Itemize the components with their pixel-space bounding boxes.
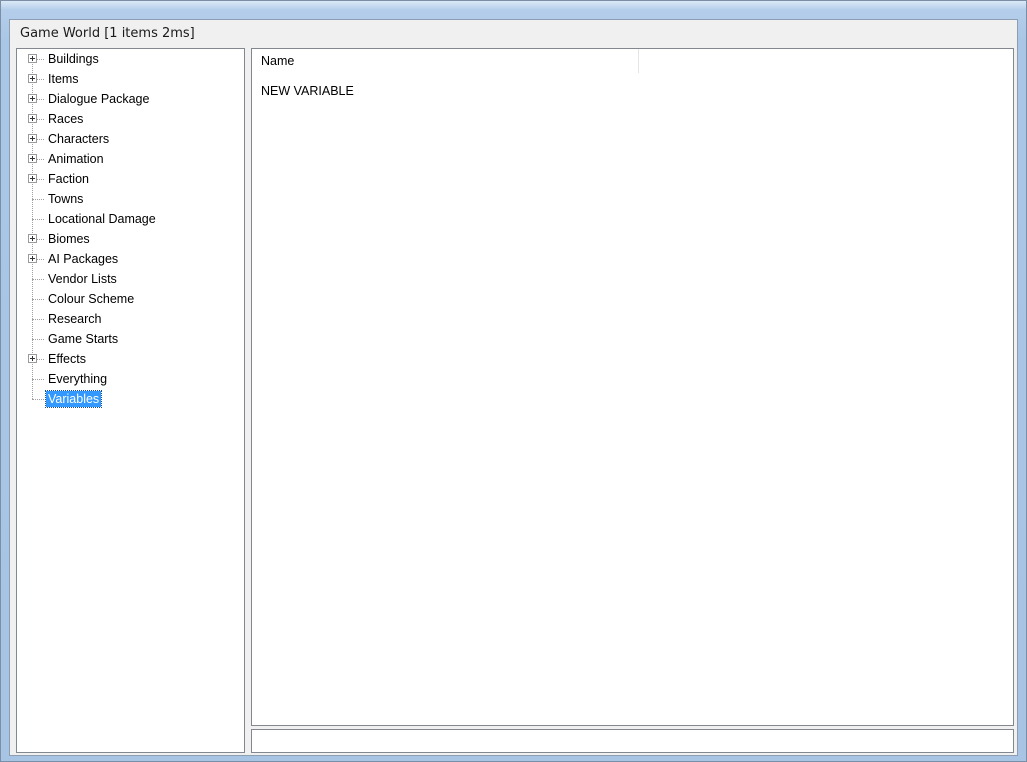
tree-item-label: Research <box>48 312 102 326</box>
variables-list[interactable]: Name NEW VARIABLE <box>251 48 1014 726</box>
tree-item-variables[interactable]: Variables <box>17 389 244 409</box>
tree-item-label: Animation <box>48 152 104 166</box>
tree-item-label: Faction <box>48 172 89 186</box>
expand-plus-icon[interactable] <box>28 174 37 183</box>
tree-item-colour-scheme[interactable]: Colour Scheme <box>17 289 244 309</box>
tree-connector-line <box>37 139 44 140</box>
list-item[interactable]: NEW VARIABLE <box>252 81 354 101</box>
tree-item-towns[interactable]: Towns <box>17 189 244 209</box>
tree-item-label: Vendor Lists <box>48 272 117 286</box>
expand-plus-icon[interactable] <box>28 134 37 143</box>
tree-item-animation[interactable]: Animation <box>17 149 244 169</box>
tree-connector-line <box>37 99 44 100</box>
expand-plus-icon[interactable] <box>28 154 37 163</box>
tree-item-dialogue-package[interactable]: Dialogue Package <box>17 89 244 109</box>
tree-item-label: Effects <box>48 352 86 366</box>
app-window: Game World [1 items 2ms] Buildings Items D… <box>0 0 1027 762</box>
tree-connector-line <box>32 339 44 340</box>
tree-connector-line <box>32 399 44 400</box>
game-world-panel: Game World [1 items 2ms] Buildings Items D… <box>9 19 1018 756</box>
tree-connector-line <box>37 259 44 260</box>
tree-item-races[interactable]: Races <box>17 109 244 129</box>
tree-connector-line <box>37 359 44 360</box>
tree-item-game-starts[interactable]: Game Starts <box>17 329 244 349</box>
expand-plus-icon[interactable] <box>28 74 37 83</box>
tree-item-label: Variables <box>44 390 103 408</box>
tree-item-faction[interactable]: Faction <box>17 169 244 189</box>
tree-item-biomes[interactable]: Biomes <box>17 229 244 249</box>
tree-item-label: Towns <box>48 192 84 206</box>
tree-item-label: Races <box>48 112 84 126</box>
tree-item-label: Locational Damage <box>48 212 156 226</box>
tree-item-label: Characters <box>48 132 110 146</box>
panel-caption: Game World [1 items 2ms] <box>20 26 195 41</box>
expand-plus-icon[interactable] <box>28 354 37 363</box>
window-title-bar[interactable] <box>1 1 1026 9</box>
tree-connector-line <box>37 59 44 60</box>
column-header-name[interactable]: Name <box>252 49 639 73</box>
tree-item-characters[interactable]: Characters <box>17 129 244 149</box>
tree-item-ai-packages[interactable]: AI Packages <box>17 249 244 269</box>
expand-plus-icon[interactable] <box>28 54 37 63</box>
tree-item-label: Items <box>48 72 79 86</box>
tree-item-vendor-lists[interactable]: Vendor Lists <box>17 269 244 289</box>
tree-connector-line <box>32 279 44 280</box>
status-field[interactable] <box>251 729 1014 753</box>
tree-item-label: AI Packages <box>48 252 119 266</box>
tree-item-effects[interactable]: Effects <box>17 349 244 369</box>
tree-connector-line <box>32 319 44 320</box>
tree-item-label: Buildings <box>48 52 99 66</box>
tree-connector-line <box>32 379 44 380</box>
tree-connector-line <box>32 199 44 200</box>
tree-item-label: Game Starts <box>48 332 119 346</box>
tree-connector-line <box>37 119 44 120</box>
tree-item-label: Dialogue Package <box>48 92 150 106</box>
tree-connector-line <box>37 159 44 160</box>
expand-plus-icon[interactable] <box>28 114 37 123</box>
tree-connector-line <box>37 79 44 80</box>
tree-item-label: Biomes <box>48 232 90 246</box>
tree-connector-line <box>37 239 44 240</box>
tree-item-research[interactable]: Research <box>17 309 244 329</box>
tree-item-buildings[interactable]: Buildings <box>17 49 244 69</box>
expand-plus-icon[interactable] <box>28 254 37 263</box>
list-header: Name <box>252 49 1013 73</box>
tree-connector-line <box>32 219 44 220</box>
tree-connector-line <box>37 179 44 180</box>
tree-item-label: Everything <box>48 372 108 386</box>
tree-item-label: Colour Scheme <box>48 292 135 306</box>
tree-item-items[interactable]: Items <box>17 69 244 89</box>
category-tree[interactable]: Buildings Items Dialogue Package Races Chara… <box>16 48 245 753</box>
tree-item-locational-damage[interactable]: Locational Damage <box>17 209 244 229</box>
expand-plus-icon[interactable] <box>28 234 37 243</box>
expand-plus-icon[interactable] <box>28 94 37 103</box>
tree-connector-line <box>32 299 44 300</box>
tree-item-everything[interactable]: Everything <box>17 369 244 389</box>
